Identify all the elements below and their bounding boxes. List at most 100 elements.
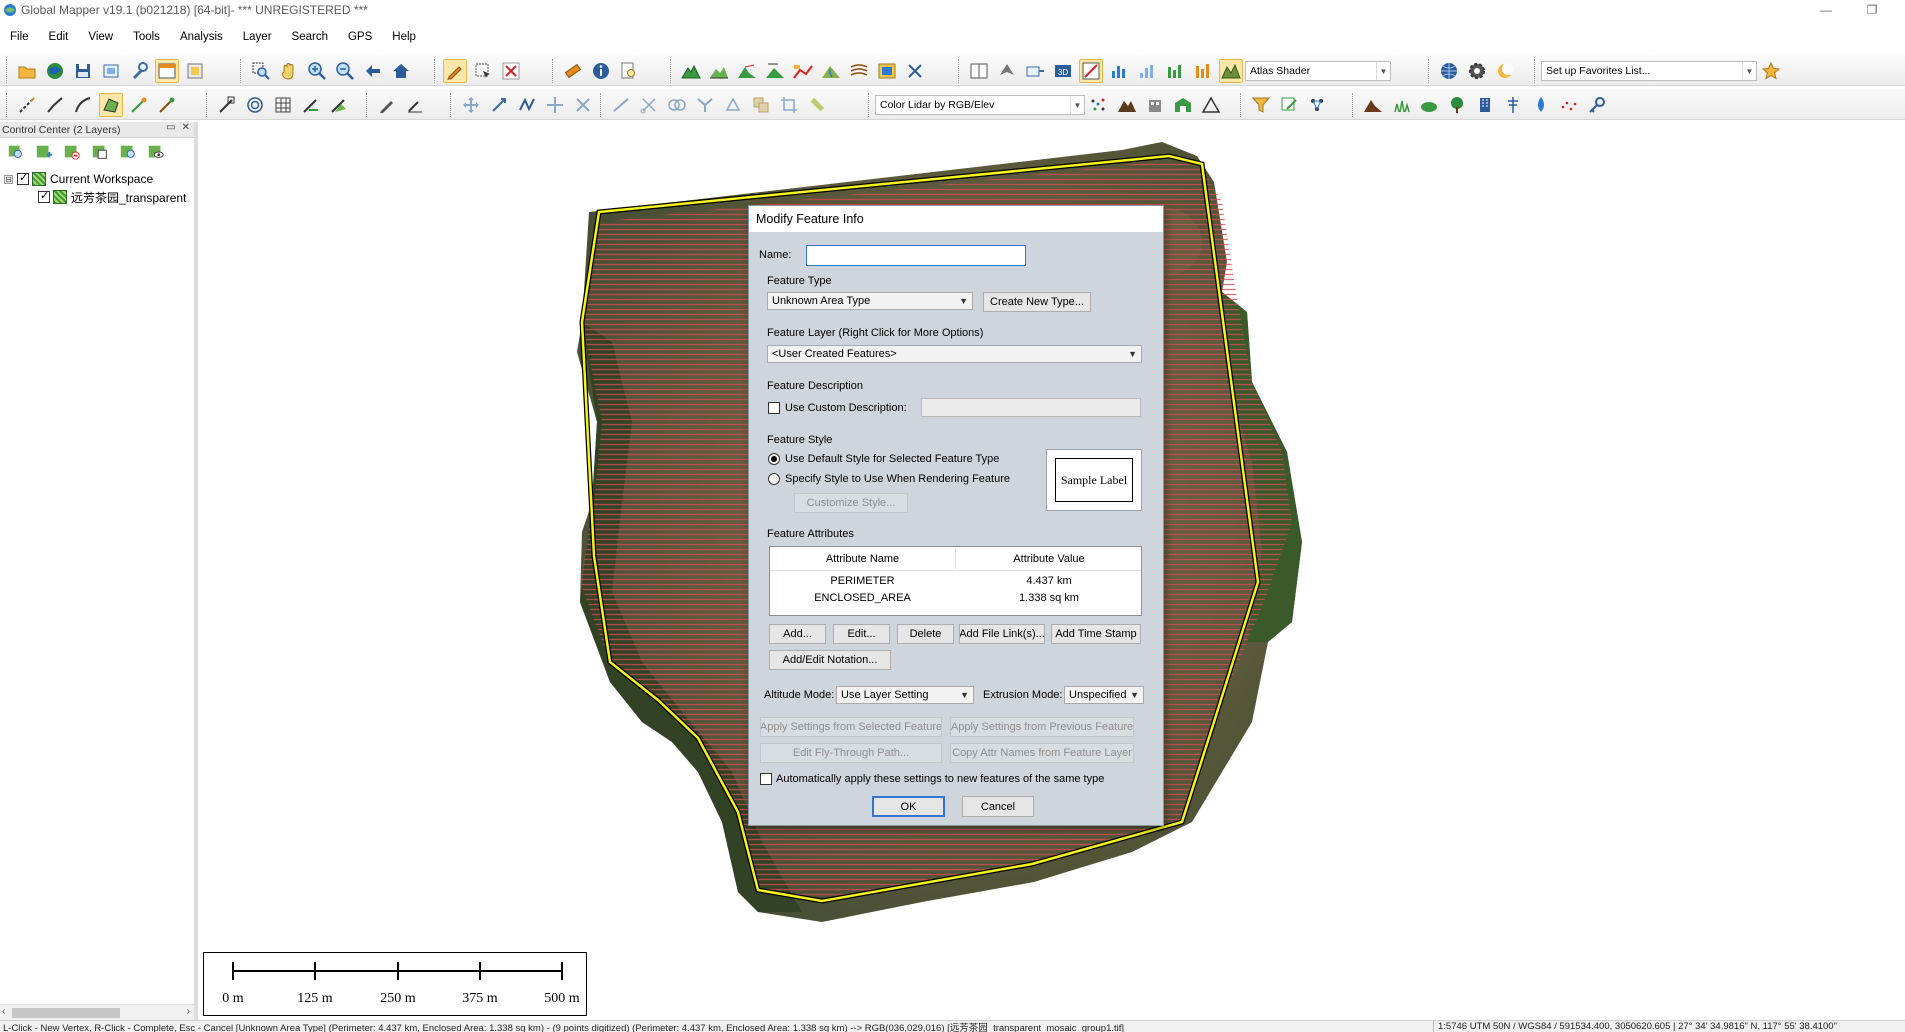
draw-area-icon[interactable] (99, 93, 123, 117)
name-input[interactable] (806, 245, 1026, 266)
draw-filled-area-icon[interactable] (327, 93, 351, 117)
path-view-icon[interactable] (1023, 59, 1047, 83)
layer-checkbox[interactable] (38, 189, 50, 203)
tree-icon[interactable] (1445, 93, 1469, 117)
toolbar-grip[interactable] (552, 59, 555, 83)
workspace-checkbox[interactable] (17, 171, 29, 185)
power-line-icon[interactable] (1501, 93, 1525, 117)
bar-chart-icon[interactable] (1107, 59, 1131, 83)
path-profile-icon[interactable] (791, 59, 815, 83)
draw-line-icon[interactable] (15, 93, 39, 117)
apply-from-previous-button[interactable]: Apply Settings from Previous Feature (950, 717, 1134, 737)
lidar-color-select[interactable]: Color Lidar by RGB/Elev ▼ (875, 95, 1085, 115)
menu-search[interactable]: Search (282, 31, 338, 43)
scrollbar-thumb[interactable] (12, 1008, 120, 1018)
menu-gps[interactable]: GPS (338, 31, 382, 43)
restore-button[interactable]: ❐ (1849, 0, 1895, 20)
split-view-icon[interactable] (967, 59, 991, 83)
add-edit-notation-button[interactable]: Add/Edit Notation... (769, 650, 891, 670)
draw-curve-icon[interactable] (71, 93, 95, 117)
menu-help[interactable]: Help (382, 31, 426, 43)
scroll-right-icon[interactable]: › (187, 1006, 190, 1017)
feature-type-select[interactable]: Unknown Area Type ▼ (767, 292, 973, 310)
crop-icon[interactable] (777, 93, 801, 117)
ground-class-icon[interactable] (1361, 93, 1385, 117)
add-time-stamp-button[interactable]: Add Time Stamp (1051, 624, 1141, 644)
control-center-toggle-icon[interactable] (155, 59, 179, 83)
menu-tools[interactable]: Tools (123, 31, 170, 43)
copy-attr-names-button[interactable]: Copy Attr Names from Feature Layer (950, 743, 1134, 763)
day-night-icon[interactable] (1493, 59, 1517, 83)
text-edit-icon[interactable] (403, 93, 427, 117)
building-class-icon[interactable] (1473, 93, 1497, 117)
use-custom-description-checkbox[interactable] (768, 402, 780, 414)
menu-analysis[interactable]: Analysis (170, 31, 233, 43)
lidar-cluster-icon[interactable] (1305, 93, 1329, 117)
toolbar-grip[interactable] (1240, 93, 1243, 117)
specify-style-radio[interactable] (768, 473, 780, 485)
lidar-warning-icon[interactable] (1199, 93, 1223, 117)
low-veg-icon[interactable] (1389, 93, 1413, 117)
customize-style-button[interactable]: Customize Style... (794, 493, 908, 513)
histogram-icon[interactable] (1163, 59, 1187, 83)
layer-node[interactable]: 远芳茶园_transparent (0, 188, 194, 206)
toolbar-grip[interactable] (434, 59, 437, 83)
lidar-building-icon[interactable] (1143, 93, 1167, 117)
range-ring-icon[interactable] (243, 93, 267, 117)
lidar-terrain-icon[interactable] (1115, 93, 1139, 117)
edit-fly-through-button[interactable]: Edit Fly-Through Path... (760, 743, 942, 763)
layer-add-icon[interactable] (32, 140, 56, 164)
open-folder-icon[interactable] (15, 59, 39, 83)
layer-zoom-icon[interactable] (116, 140, 140, 164)
create-new-type-button[interactable]: Create New Type... (983, 292, 1091, 312)
toolbar-grip[interactable] (206, 93, 209, 117)
watershed-icon[interactable] (819, 59, 843, 83)
toolbar-grip[interactable] (6, 93, 9, 117)
edit-vertices-icon[interactable] (299, 93, 323, 117)
spectral-icon[interactable] (1191, 59, 1215, 83)
cancel-button[interactable]: Cancel (962, 796, 1034, 817)
workspace-node[interactable]: ⊟ Current Workspace (0, 170, 194, 188)
cut-icon[interactable] (903, 59, 927, 83)
menu-layer[interactable]: Layer (233, 31, 282, 43)
attributes-table[interactable]: Attribute Name Attribute Value PERIMETER… (769, 546, 1142, 616)
menu-edit[interactable]: Edit (39, 31, 79, 43)
merge-icon[interactable] (693, 93, 717, 117)
collapse-icon[interactable]: ⊟ (4, 174, 13, 184)
attribute-row[interactable]: PERIMETER 4.437 km (770, 573, 1141, 589)
favorites-select[interactable]: Set up Favorites List... ▼ (1541, 61, 1757, 81)
add-file-links-button[interactable]: Add File Link(s)... (959, 624, 1045, 644)
scroll-left-icon[interactable]: ‹ (2, 1006, 5, 1017)
intersect-icon[interactable] (749, 93, 773, 117)
toolbar-grip[interactable] (1428, 59, 1431, 83)
toolbar-grip[interactable] (600, 93, 603, 117)
draw-point-icon[interactable] (127, 93, 151, 117)
minimize-button[interactable]: — (1803, 0, 1849, 20)
settings-gear-icon[interactable] (1465, 59, 1489, 83)
water-class-icon[interactable] (1529, 93, 1553, 117)
view-shed-icon[interactable] (735, 59, 759, 83)
toolbar-grip[interactable] (450, 93, 453, 117)
3d-view-icon[interactable]: 3D (1051, 59, 1075, 83)
edit-attribute-button[interactable]: Edit... (833, 624, 890, 644)
close-icon[interactable]: ✕ (182, 122, 190, 133)
move-icon[interactable] (459, 93, 483, 117)
draw-freehand-icon[interactable] (155, 93, 179, 117)
measure-pen-icon[interactable] (805, 93, 829, 117)
export-icon[interactable] (99, 59, 123, 83)
toolbar-grip[interactable] (1352, 93, 1355, 117)
noise-class-icon[interactable] (1557, 93, 1581, 117)
pan-hand-icon[interactable] (277, 59, 301, 83)
buffer-icon[interactable] (721, 93, 745, 117)
key-icon[interactable] (1585, 93, 1609, 117)
info-icon[interactable] (589, 59, 613, 83)
zoom-box-icon[interactable] (249, 59, 273, 83)
layer-visibility-icon[interactable] (144, 140, 168, 164)
medium-veg-icon[interactable] (1417, 93, 1441, 117)
zoom-in-icon[interactable] (305, 59, 329, 83)
terrain-icon[interactable] (679, 59, 703, 83)
pen-icon[interactable] (375, 93, 399, 117)
attribute-name-header[interactable]: Attribute Name (770, 547, 955, 571)
back-arrow-icon[interactable] (361, 59, 385, 83)
overview-map-icon[interactable] (183, 59, 207, 83)
